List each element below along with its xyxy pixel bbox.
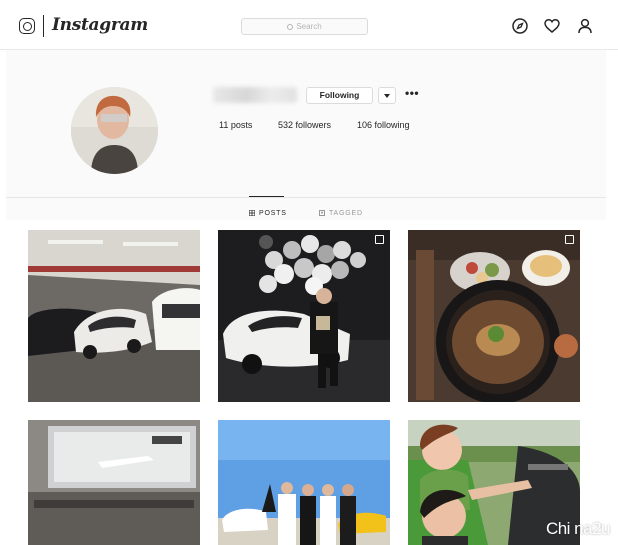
post-image-plane-window: [28, 420, 200, 545]
post-thumbnail[interactable]: [28, 420, 200, 545]
followers-count[interactable]: 532 followers: [278, 120, 331, 130]
tab-tagged[interactable]: TAGGED: [319, 210, 363, 217]
post-image-food: [408, 230, 580, 402]
instagram-wordmark[interactable]: Instagram: [52, 15, 148, 35]
post-thumbnail[interactable]: [218, 420, 390, 545]
following-button[interactable]: Following: [306, 87, 373, 104]
instagram-logo-icon[interactable]: [19, 18, 35, 34]
active-tab-indicator: [249, 196, 284, 197]
search-input[interactable]: Search: [241, 18, 368, 35]
chevron-down-icon[interactable]: [378, 87, 396, 104]
following-count[interactable]: 106 following: [357, 120, 410, 130]
tab-posts-label: POSTS: [259, 210, 287, 217]
watermark: Chi na2u: [545, 519, 611, 538]
multi-photo-icon: [565, 235, 574, 244]
posts-count: 11 posts: [219, 120, 253, 130]
search-icon: [287, 24, 294, 30]
avatar[interactable]: [71, 87, 158, 174]
post-image-car-balloons: [218, 230, 390, 402]
post-thumbnail[interactable]: [28, 230, 200, 402]
logo-divider: [43, 15, 44, 37]
tag-icon: [319, 210, 325, 216]
user-icon[interactable]: [577, 18, 593, 34]
post-thumbnail[interactable]: [408, 230, 580, 402]
tab-posts[interactable]: POSTS: [249, 210, 287, 217]
post-thumbnail[interactable]: [218, 230, 390, 402]
more-options-button[interactable]: •••: [405, 86, 419, 100]
post-image-parking-garage: [28, 230, 200, 402]
tabs-divider: [6, 197, 606, 198]
avatar-photo: [71, 87, 158, 174]
username-blurred: [213, 87, 297, 103]
search-placeholder: Search: [296, 22, 322, 31]
heart-icon[interactable]: [544, 18, 560, 34]
multi-photo-icon: [375, 235, 384, 244]
grid-icon: [249, 210, 255, 216]
post-image-group-sky: [218, 420, 390, 545]
compass-icon[interactable]: [512, 18, 528, 34]
top-navigation-bar: Instagram Search: [0, 0, 618, 50]
tab-tagged-label: TAGGED: [329, 210, 363, 217]
